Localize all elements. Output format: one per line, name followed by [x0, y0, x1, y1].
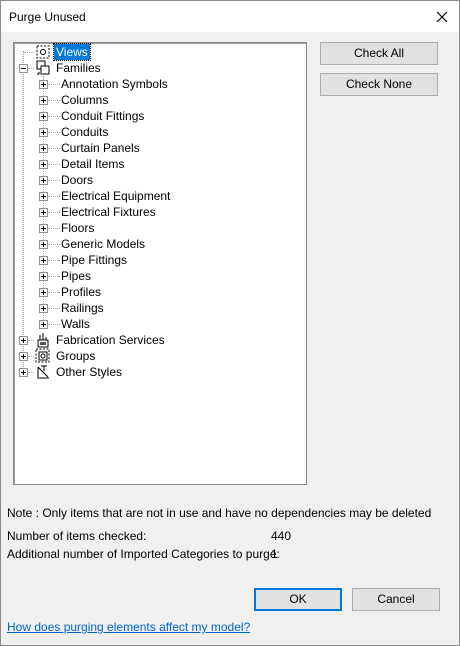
tree-item-label: Electrical Fixtures: [61, 205, 156, 219]
title-bar: Purge Unused: [1, 1, 459, 32]
tree-item-label: Generic Models: [61, 237, 146, 251]
expand-toggle[interactable]: [39, 128, 48, 137]
tree-item-views[interactable]: Views: [14, 43, 304, 61]
expand-toggle[interactable]: [39, 304, 48, 313]
expand-toggle[interactable]: [39, 144, 48, 153]
tree-item-label: Other Styles: [56, 365, 123, 379]
tree-item-label: Electrical Equipment: [61, 189, 171, 203]
expand-toggle[interactable]: [39, 96, 48, 105]
dialog-title: Purge Unused: [9, 10, 86, 24]
cancel-label: Cancel: [377, 592, 415, 606]
tree-item-label: Views: [53, 43, 91, 61]
tree-item-electrical-equipment[interactable]: Electrical Equipment: [14, 188, 304, 204]
check-none-button[interactable]: Check None: [320, 73, 438, 96]
expand-toggle[interactable]: [39, 224, 48, 233]
purge-unused-dialog: Purge Unused Views Families Annotation S…: [0, 0, 460, 646]
expand-toggle[interactable]: [19, 368, 28, 377]
tree-item-pipes[interactable]: Pipes: [14, 268, 304, 284]
check-all-button[interactable]: Check All: [320, 42, 438, 65]
ok-label: OK: [289, 592, 307, 606]
tree-item-label: Doors: [61, 173, 94, 187]
fabrication-icon: [37, 333, 49, 348]
tree-item-profiles[interactable]: Profiles: [14, 284, 304, 300]
families-icon: [36, 60, 50, 75]
tree-item-annotation-symbols[interactable]: Annotation Symbols: [14, 76, 304, 92]
close-button[interactable]: [425, 1, 459, 32]
styles-icon: [37, 365, 49, 379]
check-none-label: Check None: [345, 77, 413, 91]
tree-item-fabrication-services[interactable]: Fabrication Services: [14, 332, 304, 348]
check-all-label: Check All: [353, 46, 405, 60]
tree-item-label: Profiles: [61, 285, 102, 299]
tree-item-columns[interactable]: Columns: [14, 92, 304, 108]
expand-toggle[interactable]: [39, 288, 48, 297]
imported-categories-label: Additional number of Imported Categories…: [7, 547, 280, 561]
tree-item-groups[interactable]: Groups: [14, 348, 304, 364]
purge-note: Note : Only items that are not in use an…: [7, 506, 432, 520]
tree-item-other-styles[interactable]: Other Styles: [14, 364, 304, 380]
tree-item-label: Curtain Panels: [61, 141, 140, 155]
expand-toggle[interactable]: [19, 336, 28, 345]
expand-toggle[interactable]: [39, 176, 48, 185]
cancel-button[interactable]: Cancel: [352, 588, 440, 611]
expand-toggle[interactable]: [39, 256, 48, 265]
expand-toggle[interactable]: [39, 160, 48, 169]
items-checked-value: 440: [271, 529, 292, 543]
imported-categories-value: 1: [271, 547, 278, 561]
tree-item-label: Groups: [56, 349, 96, 363]
tree-item-curtain-panels[interactable]: Curtain Panels: [14, 140, 304, 156]
expand-toggle[interactable]: [39, 192, 48, 201]
tree-item-conduits[interactable]: Conduits: [14, 124, 304, 140]
tree-item-detail-items[interactable]: Detail Items: [14, 156, 304, 172]
tree-item-label: Railings: [61, 301, 104, 315]
close-icon: [436, 11, 448, 22]
purge-tree[interactable]: Views Families Annotation Symbols Columns…: [13, 42, 307, 485]
expand-toggle[interactable]: [19, 352, 28, 361]
tree-item-floors[interactable]: Floors: [14, 220, 304, 236]
tree-item-electrical-fixtures[interactable]: Electrical Fixtures: [14, 204, 304, 220]
tree-item-label: Pipe Fittings: [61, 253, 128, 267]
expand-toggle[interactable]: [39, 112, 48, 121]
tree-item-label: Floors: [61, 221, 95, 235]
tree-item-label: Columns: [61, 93, 109, 107]
tree-item-conduit-fittings[interactable]: Conduit Fittings: [14, 108, 304, 124]
tree-item-label: Walls: [61, 317, 90, 331]
help-link[interactable]: How does purging elements affect my mode…: [7, 620, 250, 634]
views-icon: [36, 45, 50, 59]
groups-icon: [35, 348, 50, 363]
tree-item-generic-models[interactable]: Generic Models: [14, 236, 304, 252]
tree-item-railings[interactable]: Railings: [14, 300, 304, 316]
tree-item-label: Families: [56, 61, 101, 75]
tree-item-walls[interactable]: Walls: [14, 316, 304, 332]
collapse-toggle[interactable]: [19, 64, 28, 73]
tree-item-label: Conduits: [61, 125, 109, 139]
items-checked-label: Number of items checked:: [7, 529, 147, 543]
expand-toggle[interactable]: [39, 240, 48, 249]
expand-toggle[interactable]: [39, 272, 48, 281]
tree-item-families[interactable]: Families: [14, 60, 304, 76]
tree-item-label: Pipes: [61, 269, 92, 283]
tree-item-label: Annotation Symbols: [61, 77, 168, 91]
expand-toggle[interactable]: [39, 320, 48, 329]
ok-button[interactable]: OK: [254, 588, 342, 611]
expand-toggle[interactable]: [39, 208, 48, 217]
tree-item-doors[interactable]: Doors: [14, 172, 304, 188]
tree-item-label: Fabrication Services: [56, 333, 165, 347]
expand-toggle[interactable]: [39, 80, 48, 89]
tree-item-label: Conduit Fittings: [61, 109, 145, 123]
tree-item-pipe-fittings[interactable]: Pipe Fittings: [14, 252, 304, 268]
tree-item-label: Detail Items: [61, 157, 125, 171]
